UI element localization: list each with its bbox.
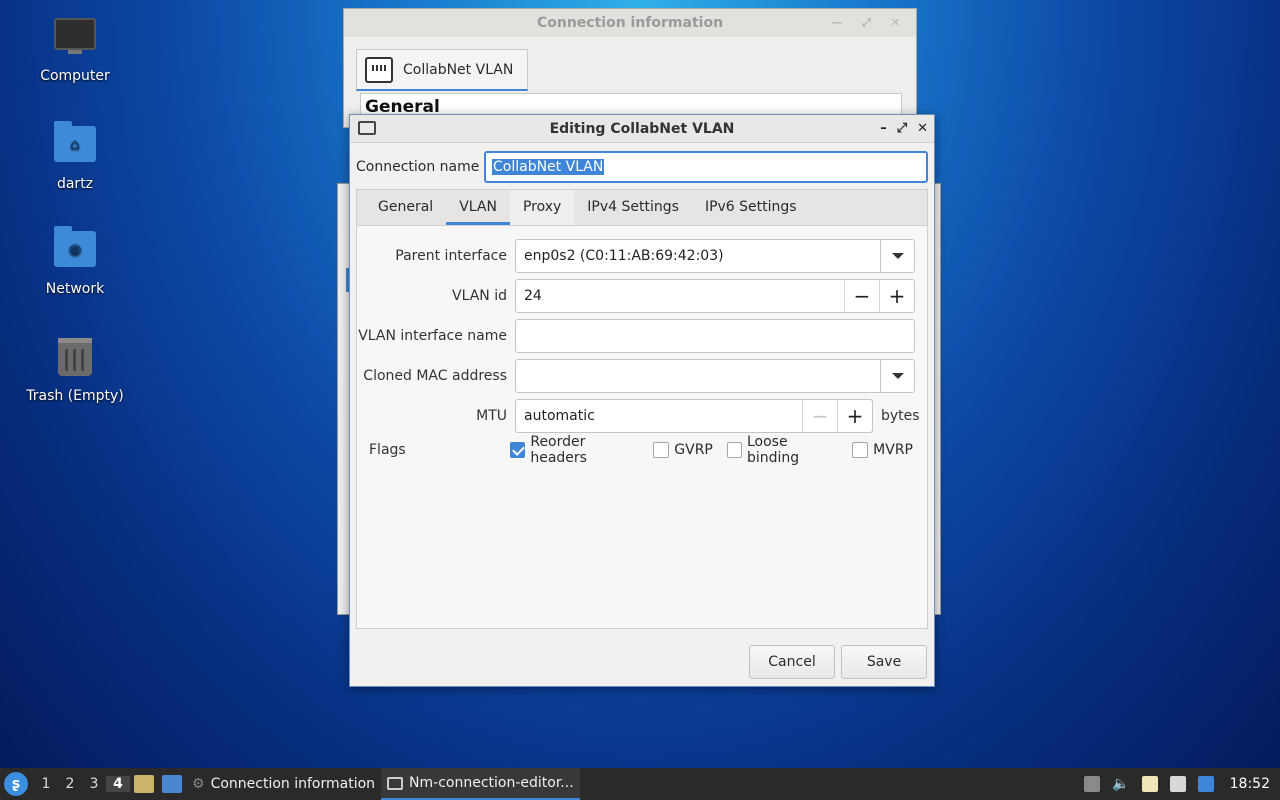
desktop-icon-network[interactable]: ◉ Network: [20, 226, 130, 297]
parent-interface-value: enp0s2 (C0:11:AB:69:42:03): [524, 248, 724, 264]
network-editor-icon: [387, 776, 404, 790]
vlan-id-spinbutton[interactable]: 24 − +: [515, 279, 915, 313]
workspace-2[interactable]: 2: [58, 776, 82, 792]
network-folder-icon: ◉: [53, 226, 97, 275]
home-folder-icon: ⌂: [53, 121, 97, 170]
show-desktop-icon[interactable]: [162, 775, 182, 793]
flags-label: Flags: [369, 442, 406, 458]
desktop-icon-home[interactable]: ⌂ dartz: [20, 121, 130, 192]
connection-name-input[interactable]: CollabNet VLAN: [484, 151, 928, 183]
plus-icon[interactable]: +: [879, 280, 914, 312]
parent-interface-combo[interactable]: enp0s2 (C0:11:AB:69:42:03): [515, 239, 915, 273]
dialog-title: Editing CollabNet VLAN: [549, 121, 735, 137]
tab-vlan[interactable]: VLAN: [446, 190, 510, 225]
clock[interactable]: 18:52: [1230, 776, 1270, 792]
gvrp-checkbox[interactable]: GVRP: [653, 442, 713, 458]
chevron-down-icon[interactable]: [880, 240, 914, 272]
desktop-icon-label: dartz: [56, 176, 94, 192]
minus-icon: −: [802, 400, 837, 432]
connection-name-label: Connection name: [356, 159, 480, 175]
flags-group: Reorder headers GVRP Loose binding MVRP: [510, 434, 927, 466]
close-icon[interactable]: ✕: [917, 115, 928, 143]
parent-interface-label: Parent interface: [395, 248, 507, 264]
vlan-interface-name-input[interactable]: [515, 319, 915, 353]
connection-name-value: CollabNet VLAN: [492, 159, 605, 175]
checkbox-icon: [726, 442, 742, 458]
task-label: Connection information: [210, 776, 376, 792]
network-icon[interactable]: [1169, 776, 1186, 792]
desktop-icon-label: Trash (Empty): [26, 388, 124, 404]
save-button[interactable]: Save: [841, 645, 927, 679]
mtu-value: automatic: [524, 408, 595, 424]
cancel-button[interactable]: Cancel: [749, 645, 835, 679]
volume-icon[interactable]: 🔈: [1112, 776, 1129, 792]
settings-notebook: General VLAN Proxy IPv4 Settings IPv6 Se…: [356, 189, 928, 629]
system-tray: 🔈 18:52: [1084, 768, 1280, 800]
editing-connection-dialog[interactable]: Editing CollabNet VLAN – ⤢ ✕ Connection …: [349, 114, 935, 687]
window-title: Connection information: [536, 15, 724, 31]
connection-information-window[interactable]: Connection information — ⤢ ✕ CollabNet V…: [343, 8, 917, 129]
window-titlebar[interactable]: Connection information — ⤢ ✕: [344, 9, 916, 37]
checkbox-icon: [852, 442, 869, 458]
minimize-icon[interactable]: –: [880, 115, 887, 143]
file-manager-icon[interactable]: [134, 775, 154, 793]
checkbox-icon: [653, 442, 670, 458]
updates-icon[interactable]: [1084, 776, 1101, 792]
desktop-icon-label: Network: [45, 281, 105, 297]
task-connection-information[interactable]: ⚙ Connection information: [186, 768, 381, 800]
task-nm-connection-editor[interactable]: Nm-connection-editor...: [381, 768, 580, 800]
checkbox-label: Reorder headers: [530, 434, 587, 466]
loose-binding-checkbox[interactable]: Loose binding: [726, 434, 838, 466]
mtu-label: MTU: [476, 408, 507, 424]
cloned-mac-address-label: Cloned MAC address: [363, 368, 507, 384]
desktop-icon-label: Computer: [40, 68, 110, 84]
minus-icon[interactable]: −: [844, 280, 879, 312]
app-menu-icon[interactable]: ʂ: [4, 772, 28, 796]
computer-icon: [53, 18, 97, 62]
workspace-3[interactable]: 3: [82, 776, 106, 792]
trash-icon: [53, 338, 97, 382]
vlan-id-value: 24: [524, 288, 542, 304]
mvrp-checkbox[interactable]: MVRP: [852, 442, 913, 458]
tab-label: CollabNet VLAN: [403, 61, 514, 78]
mtu-spinbutton[interactable]: automatic − +: [515, 399, 873, 433]
checkbox-checked-icon: [510, 442, 526, 458]
checkbox-label: MVRP: [873, 442, 913, 458]
desktop-icon-trash[interactable]: Trash (Empty): [20, 332, 130, 404]
cloned-mac-address-combo[interactable]: [515, 359, 915, 393]
vlan-interface-name-label: VLAN interface name: [358, 328, 507, 344]
plus-icon[interactable]: +: [837, 400, 872, 432]
tab-connection[interactable]: CollabNet VLAN: [356, 49, 528, 91]
wrench-icon: ⚙: [192, 776, 205, 792]
vlan-id-label: VLAN id: [452, 288, 507, 304]
mtu-unit: bytes: [881, 408, 920, 424]
taskbar: ʂ 1 2 3 4 ⚙ Connection information Nm-co…: [0, 768, 1280, 800]
workspace-1[interactable]: 1: [34, 776, 58, 792]
tab-bar: General VLAN Proxy IPv4 Settings IPv6 Se…: [357, 190, 927, 226]
tab-general[interactable]: General: [365, 190, 446, 225]
chevron-down-icon[interactable]: [880, 360, 914, 392]
clipboard-icon[interactable]: [1141, 776, 1158, 792]
window-controls[interactable]: — ⤢ ✕: [831, 9, 908, 37]
ethernet-icon: [365, 56, 393, 83]
checkbox-label: Loose binding: [747, 434, 800, 466]
maximize-icon[interactable]: ⤢: [897, 115, 907, 143]
task-label: Nm-connection-editor...: [409, 775, 574, 791]
dialog-titlebar[interactable]: Editing CollabNet VLAN – ⤢ ✕: [350, 115, 934, 143]
reorder-headers-checkbox[interactable]: Reorder headers: [510, 434, 639, 466]
tab-proxy[interactable]: Proxy: [509, 190, 575, 225]
workspace-4[interactable]: 4: [106, 776, 130, 792]
notification-icon[interactable]: [1197, 776, 1214, 792]
tab-ipv4-settings[interactable]: IPv4 Settings: [574, 190, 692, 225]
network-editor-icon: [358, 121, 376, 135]
checkbox-label: GVRP: [674, 442, 713, 458]
tab-ipv6-settings[interactable]: IPv6 Settings: [692, 190, 810, 225]
desktop-icon-computer[interactable]: Computer: [20, 18, 130, 84]
